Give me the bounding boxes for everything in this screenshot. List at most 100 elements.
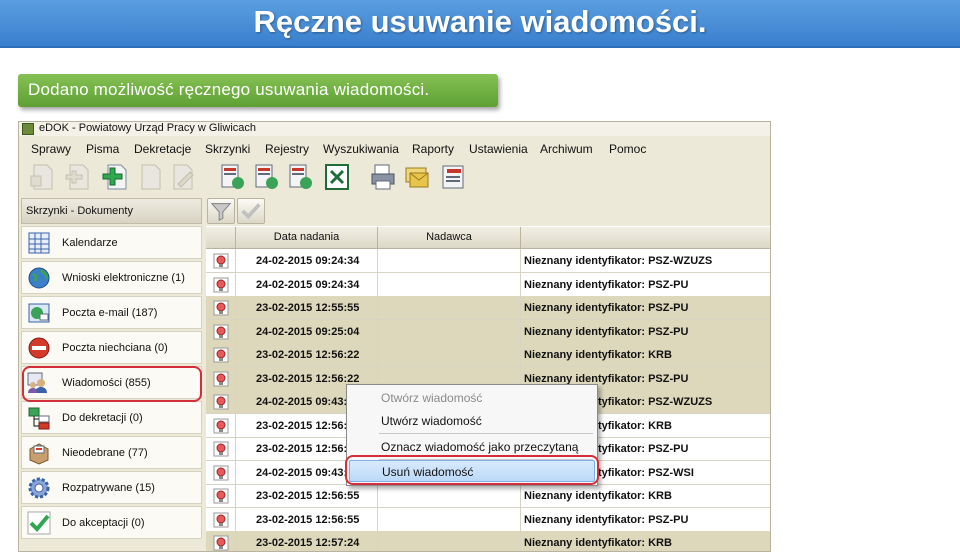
menu-skrzynki[interactable]: Skrzynki [205, 142, 250, 156]
cell-date: 23-02-2015 12:55:55 [236, 296, 378, 320]
message-icon [213, 535, 229, 551]
checkmark-icon [27, 511, 51, 535]
table-row[interactable]: 23-02-2015 12:57:24 Nieznany identyfikato… [206, 531, 770, 551]
globe-icon [28, 267, 50, 289]
nav-item-wnioski[interactable]: Wnioski elektroniczne (1) [21, 261, 202, 294]
panel-header: Skrzynki - Dokumenty [21, 198, 202, 224]
app-window: eDOK - Powiatowy Urząd Pracy w Gliwicach… [18, 121, 771, 552]
excel-export-icon[interactable] [323, 162, 351, 192]
message-icon [213, 512, 229, 527]
message-icon [213, 347, 229, 363]
cell-subject: Nieznany identyfikator: PSZ-PU [524, 325, 689, 338]
menu-raporty[interactable]: Raporty [412, 142, 454, 156]
header-date[interactable]: Data nadania [236, 227, 378, 249]
menu-create-message[interactable]: Utwórz wiadomość [349, 410, 595, 432]
cell-subject: Nieznany identyfikator: KRB [524, 537, 672, 549]
blocked-icon [28, 337, 50, 359]
header-subject[interactable] [521, 227, 770, 249]
highlight-delete [345, 455, 599, 485]
package-icon [29, 443, 49, 465]
menu-pomoc[interactable]: Pomoc [609, 142, 646, 156]
grid-header: Data nadania Nadawca [206, 227, 770, 249]
table-row[interactable]: 24-02-2015 09:24:34 Nieznany identyfikato… [206, 272, 770, 297]
add-document-icon[interactable] [63, 162, 91, 192]
apply-check-icon[interactable] [237, 198, 265, 224]
table-row[interactable]: 23-02-2015 12:56:55 Nieznany identyfikato… [206, 484, 770, 508]
envelopes-icon[interactable] [403, 162, 431, 192]
blank-document-icon[interactable] [137, 162, 165, 192]
menu-wyszukiwania[interactable]: Wyszukiwania [323, 142, 399, 156]
cell-date: 23-02-2015 12:56:22 [236, 343, 378, 367]
post-stamp-icon[interactable] [439, 162, 467, 192]
nav-item-label: Do dekretacji (0) [62, 412, 143, 424]
table-row[interactable]: 23-02-2015 12:55:55 Nieznany identyfikato… [206, 296, 770, 320]
message-icon [213, 300, 229, 316]
cell-date: 24-02-2015 09:25:04 [236, 319, 378, 344]
message-icon-cell [206, 484, 236, 508]
menu-pisma[interactable]: Pisma [86, 142, 119, 156]
nav-item-do-dekretacji[interactable]: Do dekretacji (0) [21, 401, 202, 434]
gear-icon [28, 477, 50, 499]
cell-sender [378, 296, 521, 320]
nav-item-kalendarze[interactable]: Kalendarze [21, 226, 202, 259]
register-2-icon[interactable] [253, 162, 281, 192]
header-sender[interactable]: Nadawca [378, 227, 521, 249]
table-row[interactable]: 23-02-2015 12:56:55 Nieznany identyfikato… [206, 507, 770, 532]
menu-archiwum[interactable]: Archiwum [540, 142, 593, 156]
table-row[interactable]: 24-02-2015 09:24:34 Nieznany identyfikato… [206, 249, 770, 273]
email-icon [28, 303, 50, 323]
print-icon[interactable] [369, 162, 397, 192]
app-icon [22, 123, 34, 135]
cell-subject: Nieznany identyfikator: PSZ-PU [524, 278, 689, 291]
nav-item-label: Wnioski elektroniczne (1) [62, 272, 185, 284]
message-icon [213, 394, 229, 410]
message-icon-cell [206, 531, 236, 551]
cell-date: 24-02-2015 09:24:34 [236, 249, 378, 273]
menu-dekretacje[interactable]: Dekretacje [134, 142, 191, 156]
table-row[interactable]: 24-02-2015 09:25:04 Nieznany identyfikato… [206, 319, 770, 344]
message-icon [213, 277, 229, 292]
cell-date: 23-02-2015 12:56:55 [236, 484, 378, 508]
nav-item-poczta-email[interactable]: Poczta e-mail (187) [21, 296, 202, 329]
mailboxes-panel: Skrzynki - Dokumenty Kalendarze Wnioski … [19, 196, 204, 551]
nav-item-label: Poczta niechciana (0) [62, 342, 168, 354]
menu-sprawy[interactable]: Sprawy [31, 142, 71, 156]
message-icon [213, 441, 229, 457]
edit-document-icon[interactable] [169, 162, 197, 192]
slide-header: Ręczne usuwanie wiadomości. [0, 0, 960, 48]
toolbar [19, 160, 770, 194]
menu-rejestry[interactable]: Rejestry [265, 142, 309, 156]
menu-open-message[interactable]: Otwórz wiadomość [349, 387, 595, 409]
message-icon-cell [206, 460, 236, 485]
message-icon-cell [206, 296, 236, 320]
cell-sender [378, 319, 521, 344]
message-icon-cell [206, 319, 236, 344]
highlight-wiadomosci [22, 366, 202, 402]
message-icon [213, 488, 229, 504]
message-icon-cell [206, 249, 236, 273]
cell-subject: Nieznany identyfikator: PSZ-PU [524, 302, 689, 314]
nav-item-nieodebrane[interactable]: Nieodebrane (77) [21, 436, 202, 469]
add-green-document-icon[interactable] [101, 162, 129, 192]
nav-item-label: Kalendarze [62, 237, 118, 249]
subtitle-box: Dodano możliwość ręcznego usuwania wiado… [18, 74, 498, 107]
message-icon [213, 371, 229, 386]
decree-icon [28, 407, 50, 430]
register-3-icon[interactable] [287, 162, 315, 192]
message-icon [213, 465, 229, 480]
subtitle-text: Dodano możliwość ręcznego usuwania wiado… [28, 80, 430, 99]
nav-item-rozpatrywane[interactable]: Rozpatrywane (15) [21, 471, 202, 504]
filter-icon[interactable] [207, 198, 235, 224]
message-icon-cell [206, 343, 236, 367]
register-1-icon[interactable] [219, 162, 247, 192]
new-document-icon[interactable] [29, 162, 57, 192]
cell-subject: Nieznany identyfikator: PSZ-WZUZS [524, 255, 713, 267]
cell-date: 23-02-2015 12:57:24 [236, 531, 378, 551]
menu-ustawienia[interactable]: Ustawienia [469, 142, 528, 156]
message-icon-cell [206, 413, 236, 438]
cell-sender [378, 343, 521, 367]
table-row[interactable]: 23-02-2015 12:56:22 Nieznany identyfikato… [206, 343, 770, 367]
nav-item-do-akceptacji[interactable]: Do akceptacji (0) [21, 506, 202, 539]
nav-item-poczta-niechciana[interactable]: Poczta niechciana (0) [21, 331, 202, 364]
message-icon-cell [206, 366, 236, 391]
